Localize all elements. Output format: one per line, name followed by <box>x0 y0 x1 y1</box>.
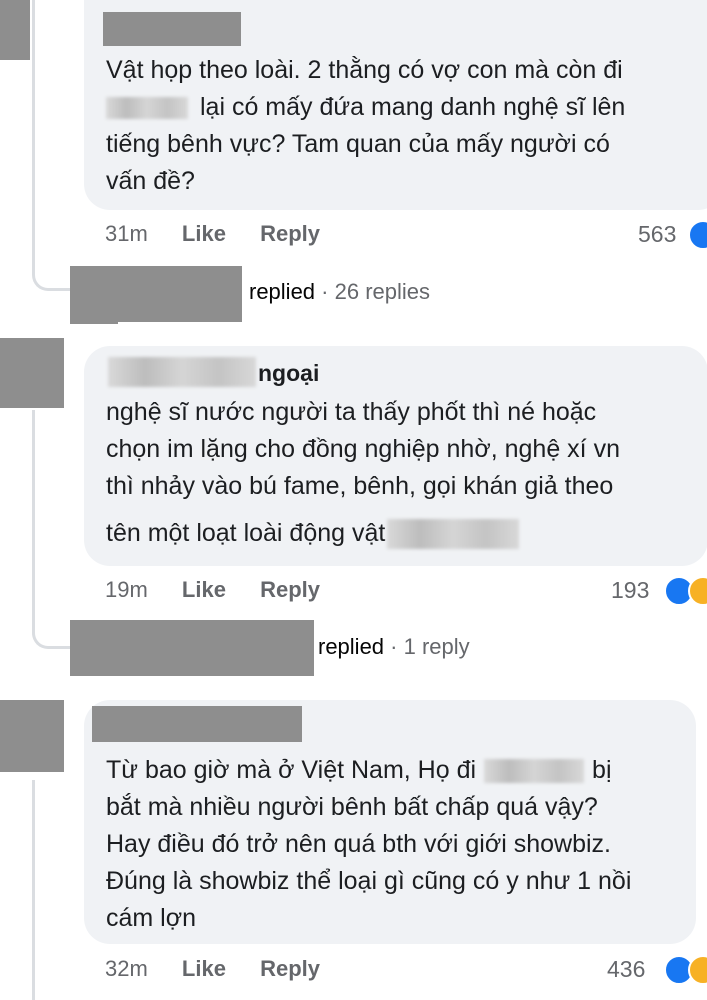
commenter-name[interactable]: ngoại <box>258 360 319 387</box>
comment-time[interactable]: 32m <box>105 956 148 981</box>
redacted-emoji <box>387 518 520 549</box>
commenter-name-redacted[interactable] <box>103 12 241 46</box>
like-button[interactable]: Like <box>182 577 226 602</box>
redacted-word <box>484 758 585 783</box>
commenter-name-redacted[interactable] <box>92 706 302 742</box>
reply-button[interactable]: Reply <box>260 956 320 981</box>
reply-button[interactable]: Reply <box>260 577 320 602</box>
comment-meta: 32m Like Reply <box>105 956 320 982</box>
comment-text: nghệ sĩ nước người ta thấy phốt thì né h… <box>106 398 620 549</box>
reaction-count[interactable]: 193 <box>611 577 649 604</box>
reply-button[interactable]: Reply <box>260 221 320 246</box>
comment-text: Vật họp theo loài. 2 thằng có vợ con mà … <box>106 56 626 195</box>
comment-text: Từ bao giờ mà ở Việt Nam, Họ đi bị bắt m… <box>106 756 632 932</box>
haha-reaction-icon <box>688 576 707 606</box>
view-replies-link[interactable]: replied · 1 reply <box>318 634 470 660</box>
commenter-avatar[interactable] <box>0 700 64 772</box>
haha-reaction-icon <box>688 955 707 985</box>
comment-meta: 19m Like Reply <box>105 577 320 603</box>
like-button[interactable]: Like <box>182 221 226 246</box>
reply-avatar[interactable] <box>70 266 118 324</box>
commenter-avatar[interactable] <box>0 338 64 408</box>
replier-name-redacted[interactable] <box>70 620 314 676</box>
comment-meta: 31m Like Reply <box>105 221 320 247</box>
thread-line <box>32 0 73 291</box>
comment-time[interactable]: 19m <box>105 577 148 602</box>
comment-time[interactable]: 31m <box>105 221 148 246</box>
like-button[interactable]: Like <box>182 956 226 981</box>
redacted-word <box>106 96 188 119</box>
like-reaction-icon <box>688 220 707 250</box>
reaction-count[interactable]: 436 <box>607 956 645 983</box>
commenter-avatar[interactable] <box>0 0 30 60</box>
thread-line <box>32 780 35 1000</box>
view-replies-link[interactable]: replied · 26 replies <box>249 279 430 305</box>
replier-name-redacted[interactable] <box>118 266 242 322</box>
commenter-name-redacted[interactable] <box>108 357 256 387</box>
thread-line <box>32 410 73 649</box>
reaction-count[interactable]: 563 <box>638 221 676 248</box>
